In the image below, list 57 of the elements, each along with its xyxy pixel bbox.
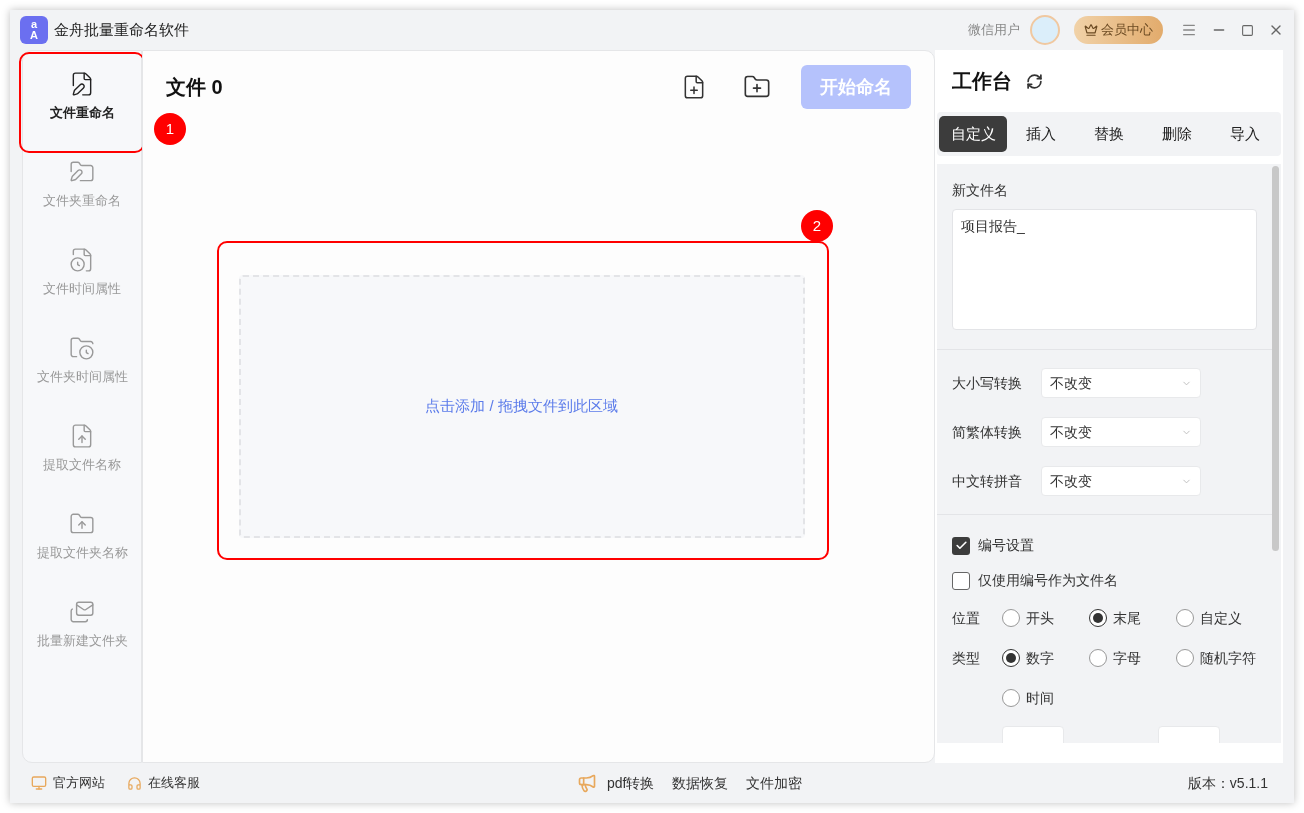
field-label: 位置	[952, 609, 981, 628]
monitor-icon	[31, 775, 47, 791]
annotation-marker: 2	[801, 210, 833, 242]
radio-button[interactable]	[1002, 649, 1020, 667]
window-title: 金舟批量重命名软件	[54, 19, 189, 40]
user-name: 微信用户	[968, 21, 1020, 40]
radio-button[interactable]	[1089, 609, 1107, 627]
footer-link[interactable]: 在线客服	[148, 773, 200, 793]
tab[interactable]: 删除	[1143, 116, 1211, 152]
radio-button[interactable]	[1002, 609, 1020, 627]
checkbox-row[interactable]: 仅使用编号作为文件名	[952, 570, 1257, 591]
radio-option[interactable]: 开头	[1002, 605, 1089, 631]
tab[interactable]: 替换	[1075, 116, 1143, 152]
field-label: 大小写转换	[952, 373, 1023, 393]
megaphone-icon	[577, 773, 597, 793]
app-logo: a A	[20, 16, 48, 44]
file-count-title: 文件 0	[166, 75, 223, 100]
dropdown[interactable]: 不改变	[1041, 368, 1201, 398]
field-label: 简繁体转换	[952, 422, 1023, 442]
footer-link[interactable]: 官方网站	[53, 773, 105, 793]
radio-button[interactable]	[1089, 649, 1107, 667]
maximize-icon[interactable]	[1241, 23, 1254, 37]
dropdown[interactable]: 不改变	[1041, 417, 1201, 447]
footer-link[interactable]: 数据恢复	[672, 772, 729, 794]
refresh-icon[interactable]	[1026, 72, 1043, 90]
tab[interactable]: 自定义	[939, 116, 1007, 152]
radio-option[interactable]: 自定义	[1176, 605, 1242, 631]
radio-option[interactable]: 随机字符	[1176, 645, 1256, 671]
tab[interactable]: 导入	[1211, 116, 1279, 152]
menu-icon[interactable]	[1181, 22, 1197, 38]
version-text: 版本：v5.1.1	[1187, 773, 1268, 793]
footer-link[interactable]: pdf转换	[607, 772, 655, 794]
field-label: 类型	[952, 649, 981, 668]
radio-button[interactable]	[1176, 649, 1194, 667]
check-icon	[954, 539, 968, 552]
radio-option[interactable]: 数字	[1002, 645, 1089, 671]
sidebar-item-icon	[69, 335, 95, 362]
footer-link[interactable]: 文件加密	[746, 772, 803, 794]
sidebar-item[interactable]: 文件重命名	[23, 53, 141, 141]
field-label: 新文件名	[952, 181, 1009, 200]
checkbox-row[interactable]: 编号设置	[952, 535, 1257, 556]
workbench-title: 工作台	[952, 69, 1012, 94]
radio-option[interactable]: 字母	[1089, 645, 1176, 671]
field-label: 中文转拼音	[952, 471, 1023, 491]
checkbox[interactable]	[952, 571, 970, 590]
radio-option[interactable]: 末尾	[1089, 605, 1176, 631]
dropdown[interactable]: 不改变	[1041, 466, 1201, 496]
new-name-textarea[interactable]: 项目报告_	[952, 209, 1257, 330]
checkbox[interactable]	[952, 536, 970, 555]
crown-icon	[1084, 23, 1098, 37]
tab[interactable]: 插入	[1007, 116, 1075, 152]
radio-option[interactable]: 时间	[1002, 685, 1089, 711]
drop-zone[interactable]: 点击添加 / 拖拽文件到此区域	[238, 275, 805, 538]
radio-button[interactable]	[1002, 689, 1020, 707]
vip-button[interactable]: 会员中心	[1074, 16, 1163, 44]
headset-icon	[127, 775, 142, 791]
radio-button[interactable]	[1176, 609, 1194, 627]
